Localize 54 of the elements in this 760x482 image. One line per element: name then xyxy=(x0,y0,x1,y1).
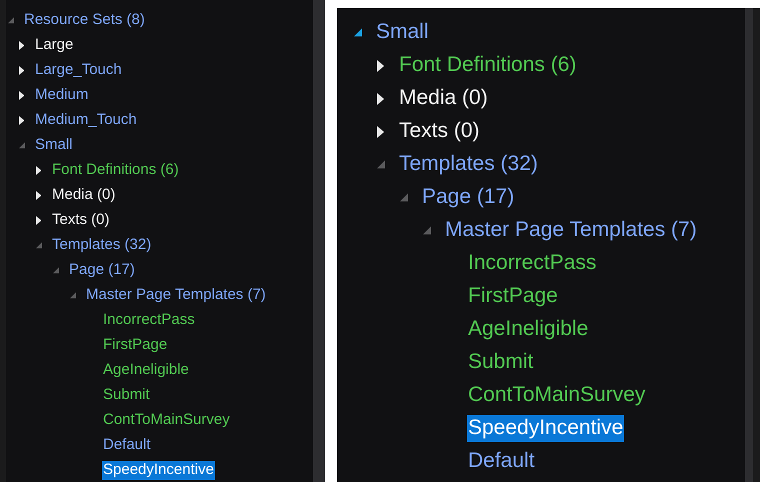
collapse-icon[interactable] xyxy=(354,28,362,37)
scrollbar[interactable] xyxy=(745,8,760,482)
tree-item[interactable]: Font Definitions (6) xyxy=(398,52,578,79)
tree-item[interactable]: ContToMainSurvey xyxy=(467,382,646,409)
expand-icon[interactable] xyxy=(36,191,42,200)
tree-item[interactable]: Templates (32) xyxy=(398,151,539,178)
tree-item[interactable]: ContToMainSurvey xyxy=(102,411,231,430)
collapse-icon[interactable] xyxy=(423,226,432,235)
expand-icon[interactable] xyxy=(19,116,24,125)
expand-icon[interactable] xyxy=(19,91,24,100)
tree-item[interactable]: Master Page Templates (7) xyxy=(444,217,698,244)
collapse-icon[interactable] xyxy=(70,292,76,299)
tree-item[interactable]: AgeIneligible xyxy=(102,361,190,380)
tree-item[interactable]: Texts (0) xyxy=(398,118,481,145)
expand-icon[interactable] xyxy=(377,92,384,104)
tree-item[interactable]: Templates (32) xyxy=(51,236,152,255)
tree-item[interactable]: Small xyxy=(375,19,430,46)
tree-item[interactable]: Medium xyxy=(34,86,90,105)
scrollbar[interactable] xyxy=(313,0,325,482)
tree-item[interactable]: Large xyxy=(34,36,74,55)
tree-item[interactable]: FirstPage xyxy=(102,336,168,355)
tree-item[interactable]: Media (0) xyxy=(51,186,116,205)
tree-item[interactable]: Submit xyxy=(467,349,534,376)
collapse-icon[interactable] xyxy=(53,267,60,274)
tree-item[interactable]: Page (17) xyxy=(421,184,516,211)
expand-icon[interactable] xyxy=(19,66,24,75)
tree-item[interactable]: Default xyxy=(467,448,536,475)
collapse-icon[interactable] xyxy=(19,142,26,149)
tree-item[interactable]: Master Page Templates (7) xyxy=(85,286,267,305)
tree-item[interactable]: SpeedyIncentive xyxy=(467,415,624,442)
expand-icon[interactable] xyxy=(377,60,384,72)
tree-item[interactable]: Media (0) xyxy=(398,85,489,112)
tree-item[interactable]: Submit xyxy=(102,386,151,405)
tree-item[interactable]: Texts (0) xyxy=(51,211,111,230)
tree-item[interactable]: FirstPage xyxy=(467,283,559,310)
collapse-icon[interactable] xyxy=(377,160,386,169)
expand-icon[interactable] xyxy=(19,41,24,50)
collapse-icon[interactable] xyxy=(8,17,14,24)
expand-icon[interactable] xyxy=(377,126,384,138)
tree-item[interactable]: Small xyxy=(34,136,74,155)
tree-item[interactable]: IncorrectPass xyxy=(102,311,196,330)
tree-item[interactable]: Page (17) xyxy=(68,261,136,280)
tree-item[interactable]: Font Definitions (6) xyxy=(51,161,180,180)
tree-item[interactable]: IncorrectPass xyxy=(467,250,598,277)
tree-item[interactable]: Resource Sets (8) xyxy=(23,11,146,30)
expand-icon[interactable] xyxy=(36,216,42,225)
tree-item[interactable]: SpeedyIncentive xyxy=(102,461,215,480)
tree-item[interactable]: Medium_Touch xyxy=(34,111,138,130)
tree-item[interactable]: Large_Touch xyxy=(34,61,123,80)
tree-item[interactable]: AgeIneligible xyxy=(467,316,590,343)
collapse-icon[interactable] xyxy=(400,193,408,202)
tree-item[interactable]: Default xyxy=(102,436,152,455)
expand-icon[interactable] xyxy=(36,166,42,175)
collapse-icon[interactable] xyxy=(36,242,42,249)
